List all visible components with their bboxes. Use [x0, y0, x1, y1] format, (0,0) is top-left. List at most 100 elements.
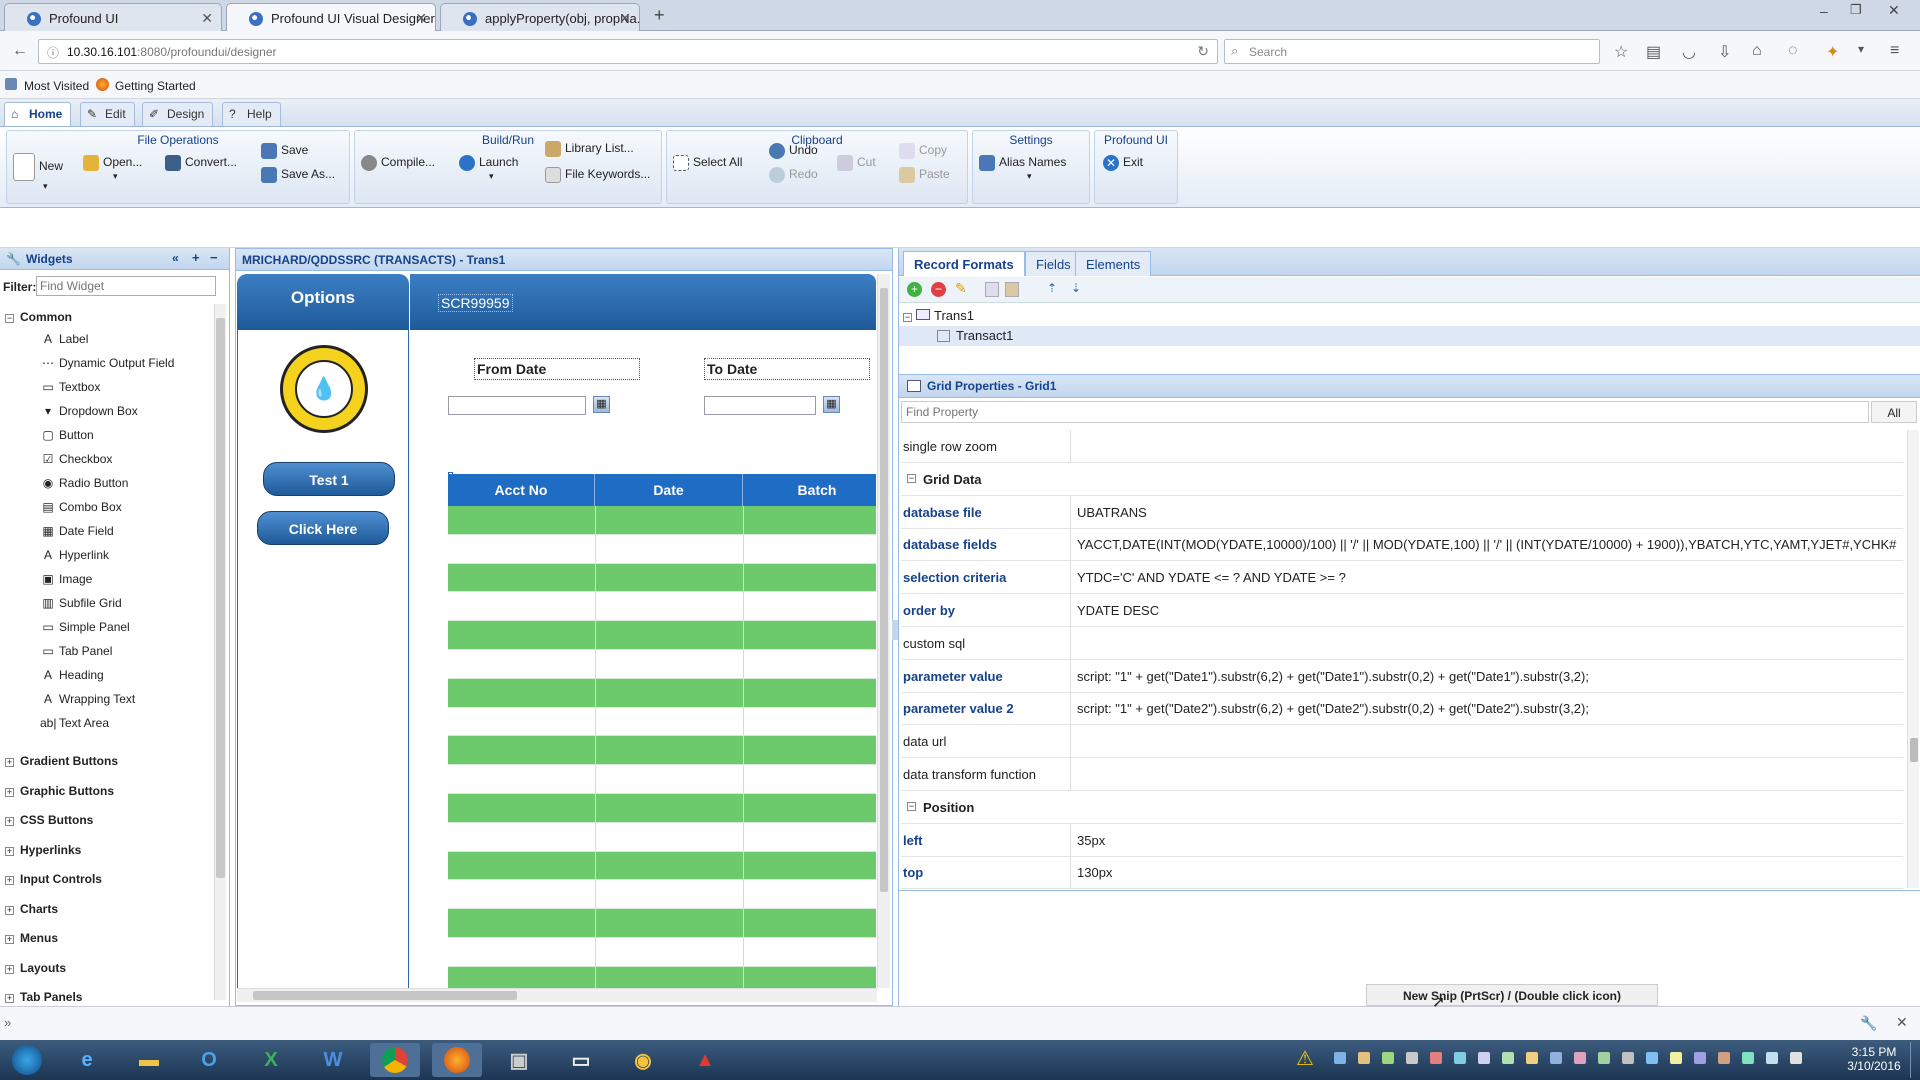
collapse-panel-icon[interactable]: « [172, 251, 179, 265]
widget-item[interactable]: ▭ Tab Panel [40, 644, 112, 658]
tab-design[interactable]: ✐ Design [142, 102, 214, 126]
property-value[interactable]: 35px [1077, 833, 1899, 848]
save-as-button[interactable]: Save As... [261, 167, 335, 183]
paste-button[interactable]: Paste [899, 167, 950, 183]
cut-button[interactable]: Cut [837, 155, 876, 171]
property-row[interactable]: single row zoom [901, 430, 1903, 463]
grid-col-batch[interactable]: Batch [743, 474, 891, 506]
grid-row[interactable] [448, 707, 876, 737]
to-date-label[interactable]: To Date [704, 358, 870, 380]
tab-elements[interactable]: Elements [1075, 251, 1152, 276]
widget-item[interactable]: ☑ Checkbox [40, 452, 113, 466]
tray-icon[interactable] [1406, 1052, 1418, 1064]
grid-row[interactable] [448, 765, 876, 794]
property-value[interactable]: YTDC='C' AND YDATE <= ? AND YDATE >= ? [1077, 570, 1899, 585]
scrollbar-thumb[interactable] [253, 991, 517, 1000]
file-keywords-button[interactable]: File Keywords... [545, 167, 650, 183]
grid-row[interactable] [448, 822, 876, 852]
property-row[interactable]: data url [901, 725, 1903, 759]
bookmark-star-icon[interactable]: ☆ [1614, 42, 1628, 62]
widget-item[interactable]: ⋯ Dynamic Output Field [40, 356, 174, 370]
open-button[interactable]: Open... ▾ [83, 155, 142, 182]
property-value[interactable]: script: "1" + get("Date2").substr(6,2) +… [1077, 701, 1899, 716]
property-row[interactable]: order by YDATE DESC [901, 594, 1903, 627]
browser-tab-visual-designer[interactable]: Profound UI Visual Designer ✕ [226, 3, 436, 32]
devtools-wrench-icon[interactable]: 🔧 [1860, 1015, 1877, 1032]
excel-icon[interactable]: X [246, 1043, 296, 1077]
property-section[interactable]: − Grid Data [901, 463, 1903, 496]
grid-row[interactable] [448, 909, 876, 938]
tray-icon[interactable] [1334, 1052, 1346, 1064]
tray-icon[interactable] [1718, 1052, 1730, 1064]
grid-col-acct-no[interactable]: Acct No [448, 474, 595, 506]
redo-button[interactable]: Redo [769, 167, 818, 183]
move-down-icon[interactable]: ⇣ [1071, 281, 1081, 295]
widget-item[interactable]: ▣ Image [40, 572, 92, 586]
widget-item[interactable]: ▤ Combo Box [40, 500, 121, 514]
tray-icon[interactable] [1694, 1052, 1706, 1064]
home-icon[interactable]: ⌂ [1752, 42, 1762, 60]
copy-button[interactable]: Copy [899, 143, 947, 159]
copy-icon[interactable] [985, 282, 999, 297]
minimize-window-icon[interactable]: – [1820, 3, 1828, 19]
undo-button[interactable]: Undo [769, 143, 818, 159]
widget-item[interactable]: ▥ Subfile Grid [40, 596, 121, 610]
property-row[interactable]: data transform function [901, 758, 1903, 791]
info-icon[interactable]: ⓘ [47, 44, 59, 61]
widget-category[interactable]: + Charts [5, 902, 58, 916]
reading-list-icon[interactable]: ▤ [1646, 42, 1661, 62]
back-arrow-icon[interactable]: ← [12, 42, 28, 60]
tab-fields[interactable]: Fields [1025, 251, 1082, 276]
internet-explorer-icon[interactable]: e [62, 1043, 112, 1077]
file-explorer-icon[interactable]: ▬ [124, 1043, 174, 1077]
add-icon[interactable]: + [907, 282, 922, 297]
widget-category[interactable]: + Input Controls [5, 872, 102, 886]
from-date-input[interactable] [448, 396, 586, 415]
widget-category[interactable]: + Gradient Buttons [5, 754, 118, 768]
tree-root-trans1[interactable]: − Trans1 [903, 308, 974, 323]
browser-search-field[interactable]: ⌕ Search [1224, 39, 1600, 64]
property-row[interactable]: database fields YACCT,DATE(INT(MOD(YDATE,… [901, 528, 1903, 562]
dropdown-arrow-icon[interactable]: ▾ [1858, 42, 1864, 56]
extension-icon[interactable]: ✦ [1826, 42, 1839, 62]
restore-window-icon[interactable]: ❐ [1850, 2, 1862, 18]
tray-icon[interactable] [1382, 1052, 1394, 1064]
tray-icon[interactable] [1550, 1052, 1562, 1064]
property-value[interactable]: YACCT,DATE(INT(MOD(YDATE,10000)/100) || … [1077, 537, 1899, 552]
grid-row[interactable] [448, 621, 876, 650]
collapse-all-icon[interactable]: − [210, 250, 218, 265]
browser-tab-apply-property[interactable]: applyProperty(obj, propNa... ✕ [440, 3, 640, 31]
tray-icon[interactable] [1790, 1052, 1802, 1064]
library-list-button[interactable]: Library List... [545, 141, 634, 157]
grid-row[interactable] [448, 506, 876, 535]
screen-id-label[interactable]: SCR99959 [438, 294, 513, 312]
new-button[interactable]: New ▾ [13, 153, 63, 199]
property-section[interactable]: − Position [901, 791, 1903, 824]
browser-tab-profound-ui[interactable]: Profound UI ✕ [4, 3, 222, 31]
grid-row[interactable] [448, 736, 876, 766]
property-value[interactable]: UBATRANS [1077, 505, 1899, 520]
clock[interactable]: 3:15 PM 3/10/2016 [1842, 1045, 1906, 1073]
paste-icon[interactable] [1005, 282, 1019, 297]
tray-icon[interactable] [1646, 1052, 1658, 1064]
tree-child-transact1[interactable]: Transact1 [937, 328, 1013, 343]
grid-row[interactable] [448, 678, 876, 708]
tray-icon[interactable] [1670, 1052, 1682, 1064]
from-date-label[interactable]: From Date [474, 358, 640, 380]
widget-item[interactable]: ◉ Radio Button [40, 476, 129, 490]
tray-icon[interactable] [1742, 1052, 1754, 1064]
grid-row[interactable] [448, 880, 876, 910]
all-properties-button[interactable]: All [1871, 401, 1917, 423]
options-panel-header[interactable]: Options [237, 274, 409, 330]
tray-icon[interactable] [1502, 1052, 1514, 1064]
tray-icon[interactable] [1766, 1052, 1778, 1064]
convert-button[interactable]: Convert... [165, 155, 237, 171]
grid-col-date[interactable]: Date [595, 474, 743, 506]
chat-icon[interactable]: ◌ [1788, 42, 1798, 60]
scrollbar-thumb[interactable] [216, 318, 225, 878]
test-1-button[interactable]: Test 1 [263, 462, 395, 496]
tool-app-icon[interactable]: ◉ [618, 1043, 668, 1077]
from-date-calendar-icon[interactable]: ▦ [593, 396, 610, 413]
widget-item[interactable]: ▭ Simple Panel [40, 620, 129, 634]
bookmark-getting-started[interactable]: Getting Started [115, 79, 196, 93]
